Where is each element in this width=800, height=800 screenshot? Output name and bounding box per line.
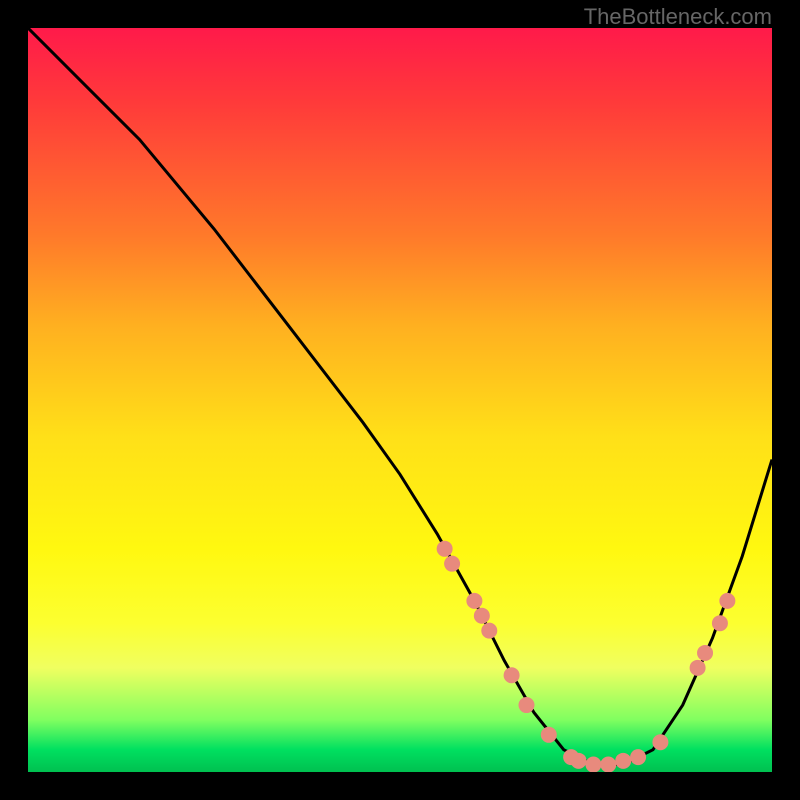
data-marker xyxy=(518,697,534,713)
data-marker xyxy=(571,753,587,769)
data-marker xyxy=(630,749,646,765)
data-marker xyxy=(697,645,713,661)
data-marker xyxy=(504,667,520,683)
data-marker xyxy=(481,623,497,639)
data-marker xyxy=(712,615,728,631)
data-marker xyxy=(474,608,490,624)
data-marker xyxy=(444,556,460,572)
chart-svg xyxy=(28,28,772,772)
attribution-text: TheBottleneck.com xyxy=(584,4,772,30)
data-marker xyxy=(652,734,668,750)
data-marker xyxy=(466,593,482,609)
data-marker xyxy=(585,757,601,772)
data-marker xyxy=(615,753,631,769)
data-marker xyxy=(690,660,706,676)
chart-plot-area xyxy=(28,28,772,772)
data-marker xyxy=(600,757,616,772)
data-markers xyxy=(437,541,736,772)
bottleneck-curve xyxy=(28,28,772,765)
data-marker xyxy=(437,541,453,557)
data-marker xyxy=(719,593,735,609)
data-marker xyxy=(541,727,557,743)
